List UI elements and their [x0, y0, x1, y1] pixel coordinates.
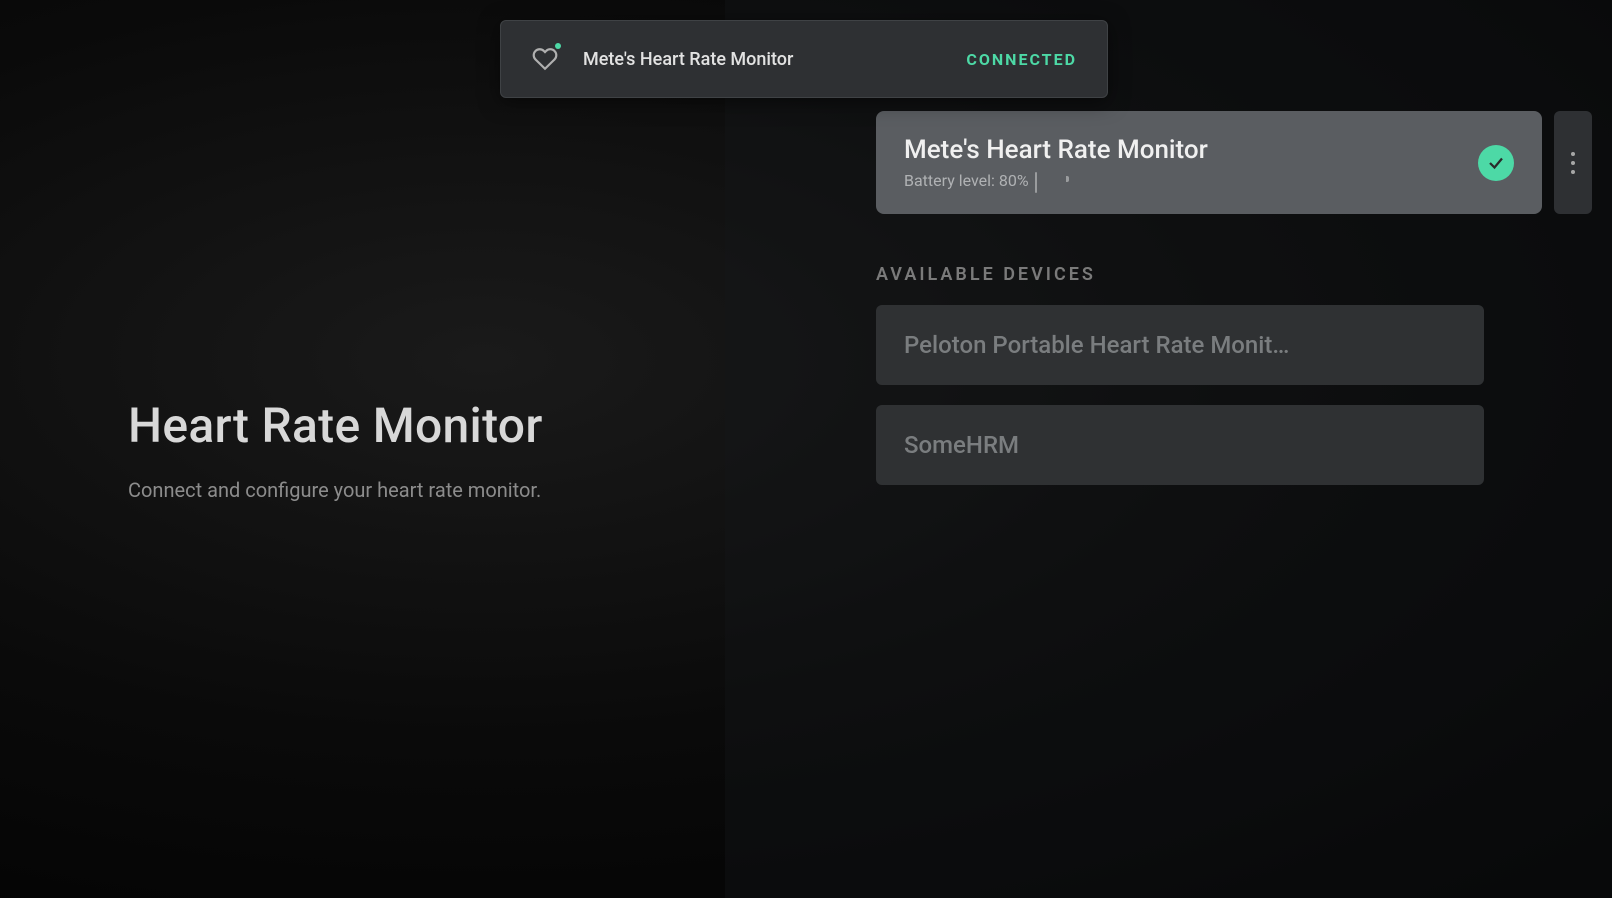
available-device-item[interactable]: Peloton Portable Heart Rate Monit… — [876, 305, 1484, 385]
right-pane: SAVED DEVICE Mete's Heart Rate Monitor B… — [806, 0, 1612, 898]
saved-device-more-button[interactable] — [1554, 111, 1592, 214]
left-pane: Heart Rate Monitor Connect and configure… — [0, 0, 806, 898]
page-subtitle: Connect and configure your heart rate mo… — [128, 478, 806, 502]
available-device-name: Peloton Portable Heart Rate Monit… — [904, 331, 1456, 359]
saved-device-card[interactable]: Mete's Heart Rate Monitor Battery level:… — [876, 111, 1542, 214]
toast-status: CONNECTED — [966, 50, 1077, 69]
status-dot-icon — [555, 43, 561, 49]
connected-toast: Mete's Heart Rate Monitor CONNECTED — [500, 20, 1108, 98]
heart-icon — [531, 45, 559, 73]
battery-icon — [1035, 173, 1065, 189]
connected-check-icon — [1478, 145, 1514, 181]
available-device-name: SomeHRM — [904, 431, 1456, 459]
more-vertical-icon — [1571, 152, 1575, 174]
toast-device-name: Mete's Heart Rate Monitor — [583, 49, 942, 70]
page-title: Heart Rate Monitor — [128, 397, 806, 454]
available-devices-section-label: AVAILABLE DEVICES — [876, 264, 1592, 285]
available-device-item[interactable]: SomeHRM — [876, 405, 1484, 485]
saved-device-name: Mete's Heart Rate Monitor — [904, 135, 1208, 165]
saved-device-battery-label: Battery level: 80% — [904, 171, 1029, 190]
